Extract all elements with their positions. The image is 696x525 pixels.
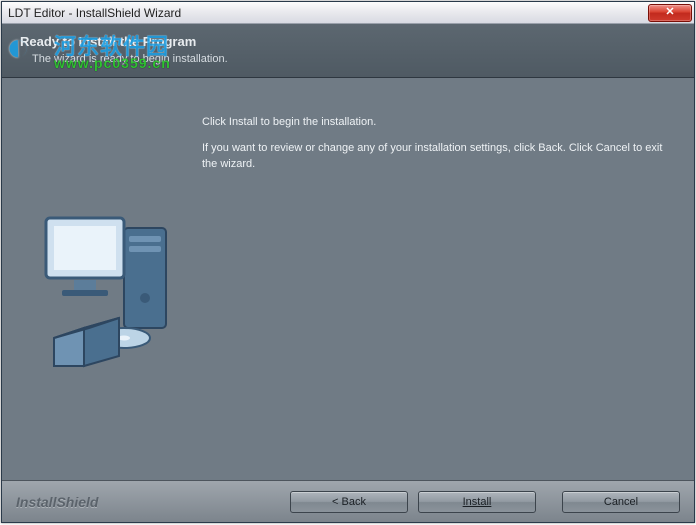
content-text: Click Install to begin the installation.… <box>202 114 664 182</box>
window-title: LDT Editor - InstallShield Wizard <box>8 6 648 20</box>
titlebar: LDT Editor - InstallShield Wizard ✕ <box>2 2 694 24</box>
wizard-content: Click Install to begin the installation.… <box>2 78 694 480</box>
computer-graphic <box>24 188 184 368</box>
close-icon: ✕ <box>665 6 674 18</box>
content-line1: Click Install to begin the installation. <box>202 114 664 130</box>
installer-window: LDT Editor - InstallShield Wizard ✕ Read… <box>1 1 695 523</box>
wizard-footer: InstallShield < Back Install Cancel <box>2 480 694 522</box>
back-button[interactable]: < Back <box>290 491 408 513</box>
header-title: Ready to Install the Program <box>20 34 676 49</box>
wizard-header: Ready to Install the Program The wizard … <box>2 24 694 78</box>
content-line2: If you want to review or change any of y… <box>202 140 664 172</box>
header-subtitle: The wizard is ready to begin installatio… <box>20 53 676 65</box>
footer-brand: InstallShield <box>16 494 280 510</box>
cancel-button[interactable]: Cancel <box>562 491 680 513</box>
install-button[interactable]: Install <box>418 491 536 513</box>
close-button[interactable]: ✕ <box>648 4 692 22</box>
